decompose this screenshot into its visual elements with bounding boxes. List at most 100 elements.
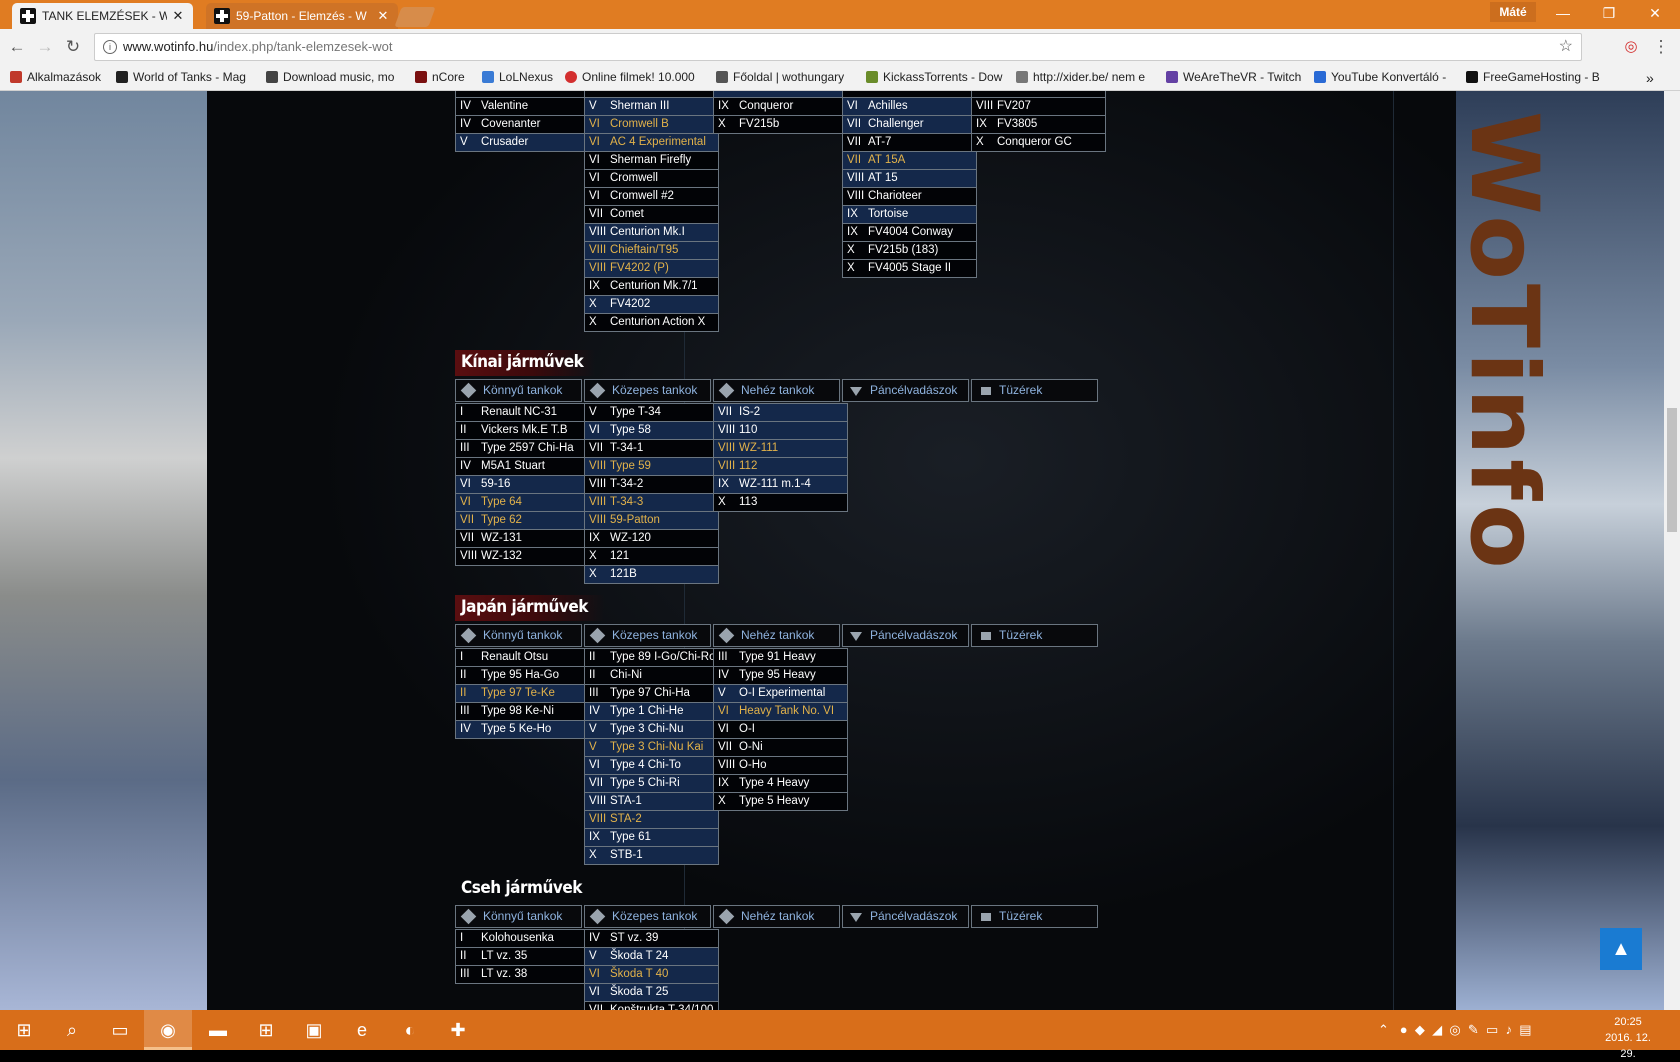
wot-launcher-icon[interactable]: ✚ xyxy=(434,1010,482,1050)
store-icon[interactable]: ⊞ xyxy=(242,1010,290,1050)
tank-row[interactable]: VI Sherman Firefly xyxy=(585,151,718,169)
tank-row[interactable]: X 113 xyxy=(714,493,847,511)
app-icon[interactable]: ▣ xyxy=(290,1010,338,1050)
tank-row[interactable]: IV Type 95 Heavy xyxy=(714,666,847,684)
network-icon[interactable]: ▭ xyxy=(1486,1022,1498,1037)
tank-row[interactable]: V Crusader xyxy=(456,133,589,151)
tank-row[interactable]: IX Conqueror xyxy=(714,97,847,115)
bookmark-item[interactable]: Download music, mo xyxy=(266,70,394,84)
tank-row[interactable]: X 121B xyxy=(585,565,718,583)
tank-row[interactable]: IV Type 5 Ke-Ho xyxy=(456,720,589,738)
bookmark-item[interactable]: KickassTorrents - Dow xyxy=(866,70,1002,84)
tank-row[interactable]: VI Cromwell #2 xyxy=(585,187,718,205)
tank-row[interactable]: VII AT 15A xyxy=(843,151,976,169)
bookmark-item[interactable]: Alkalmazások xyxy=(10,70,101,84)
category-header-td[interactable]: Páncélvadászok xyxy=(842,624,969,647)
category-header-medium[interactable]: Közepes tankok xyxy=(584,624,711,647)
tank-row[interactable]: VI Type 58 xyxy=(585,421,718,439)
tank-row[interactable]: VII IS-2 xyxy=(714,403,847,421)
category-header-medium[interactable]: Közepes tankok xyxy=(584,379,711,402)
tank-row[interactable]: VIII Type 59 xyxy=(585,457,718,475)
reload-icon[interactable]: ↻ xyxy=(62,36,84,58)
tank-row[interactable]: VII O-Ni xyxy=(714,738,847,756)
tank-row[interactable]: II Type 95 Ha-Go xyxy=(456,666,589,684)
minimize-icon[interactable]: — xyxy=(1540,0,1586,26)
category-header-light[interactable]: Könnyű tankok xyxy=(455,624,582,647)
tank-row[interactable]: VII T-34-1 xyxy=(585,439,718,457)
tank-row[interactable]: II Type 97 Te-Ke xyxy=(456,684,589,702)
tank-row[interactable]: VII Comet xyxy=(585,205,718,223)
tank-row[interactable]: VIII STA-1 xyxy=(585,792,718,810)
tank-row[interactable]: IX Centurion Mk.7/1 xyxy=(585,277,718,295)
bookmark-item[interactable]: YouTube Konvertáló - xyxy=(1314,70,1446,84)
tank-row[interactable]: VIIICaernarvon xyxy=(714,91,847,97)
task-view-icon[interactable]: ▭ xyxy=(96,1010,144,1050)
tank-row[interactable]: VII Konštrukta T-34/100 xyxy=(585,1001,718,1010)
category-header-heavy[interactable]: Nehéz tankok xyxy=(713,905,840,928)
tank-row[interactable]: IX WZ-120 xyxy=(585,529,718,547)
tank-row[interactable]: II Type 89 I-Go/Chi-Ro xyxy=(585,648,718,666)
tank-row[interactable]: X FV215b (183) xyxy=(843,241,976,259)
forward-icon[interactable]: → xyxy=(34,36,56,58)
tank-row[interactable]: III Type 98 Ke-Ni xyxy=(456,702,589,720)
bookmark-star-icon[interactable]: ☆ xyxy=(1559,34,1573,60)
tank-row[interactable]: VIII FV4202 (P) xyxy=(585,259,718,277)
tank-row[interactable]: II Chi-Ni xyxy=(585,666,718,684)
tank-row[interactable]: X Conqueror GC xyxy=(972,133,1105,151)
tank-row[interactable]: VI Cromwell B xyxy=(585,115,718,133)
profile-button[interactable]: Máté xyxy=(1490,2,1536,22)
tank-row[interactable]: X Centurion Action X xyxy=(585,313,718,331)
bookmark-item[interactable]: nCore xyxy=(415,70,465,84)
tank-row[interactable]: III Type 97 Chi-Ha xyxy=(585,684,718,702)
file-explorer-icon[interactable]: ▬ xyxy=(194,1010,242,1050)
tank-row[interactable]: V O-I Experimental xyxy=(714,684,847,702)
windows-start-icon[interactable]: ⊞ xyxy=(0,1010,48,1050)
tray-app-icon[interactable]: ◆ xyxy=(1415,1022,1425,1037)
tank-row[interactable]: X FV4202 xyxy=(585,295,718,313)
tank-row[interactable]: VI Škoda T 40 xyxy=(585,965,718,983)
tank-row[interactable]: IV Type 1 Chi-He xyxy=(585,702,718,720)
bookmark-item[interactable]: WeAreTheVR - Twitch xyxy=(1166,70,1301,84)
clock[interactable]: 20:25 2016. 12. 29. xyxy=(1600,1014,1656,1062)
category-header-spg[interactable]: Tüzérek xyxy=(971,379,1098,402)
close-window-icon[interactable]: ✕ xyxy=(1632,0,1678,26)
tank-row[interactable]: X FV4005 Stage II xyxy=(843,259,976,277)
tank-row[interactable]: X FV215b xyxy=(714,115,847,133)
tank-row[interactable]: IX WZ-111 m.1-4 xyxy=(714,475,847,493)
chrome-icon[interactable]: ◉ xyxy=(144,1010,192,1050)
tank-row[interactable]: I Renault Otsu xyxy=(456,648,589,666)
tank-row[interactable]: X Type 5 Heavy xyxy=(714,792,847,810)
bookmark-item[interactable]: LoLNexus xyxy=(482,70,553,84)
tank-row[interactable]: VIII T-34-2 xyxy=(585,475,718,493)
bookmark-item[interactable]: World of Tanks - Mag xyxy=(116,70,246,84)
extension-icon[interactable]: ◎ xyxy=(1620,36,1642,58)
tray-app-icon[interactable]: ✎ xyxy=(1468,1022,1479,1037)
bookmark-item[interactable]: http://xider.be/ nem e xyxy=(1016,70,1145,84)
tab-59-patton[interactable]: 59-Patton - Elemzés - W ✕ xyxy=(206,3,398,29)
edge-icon[interactable]: e xyxy=(338,1010,386,1050)
category-header-spg[interactable]: Tüzérek xyxy=(971,905,1098,928)
tank-row[interactable]: VIII FV207 xyxy=(972,97,1105,115)
tank-row[interactable]: II Vickers Mk.E T.B xyxy=(456,421,589,439)
tank-row[interactable]: I Renault NC-31 xyxy=(456,403,589,421)
tank-row[interactable]: VIII 110 xyxy=(714,421,847,439)
tank-row[interactable]: VIII AT 15 xyxy=(843,169,976,187)
category-header-heavy[interactable]: Nehéz tankok xyxy=(713,379,840,402)
tank-row[interactable]: VIII 59-Patton xyxy=(585,511,718,529)
tank-row[interactable]: VII Challenger xyxy=(843,115,976,133)
tank-row[interactable]: IX FV3805 xyxy=(972,115,1105,133)
tank-row[interactable]: IV M5A1 Stuart xyxy=(456,457,589,475)
scrollbar[interactable] xyxy=(1664,91,1680,1010)
tank-row[interactable]: VI Cromwell xyxy=(585,169,718,187)
category-header-heavy[interactable]: Nehéz tankok xyxy=(713,624,840,647)
category-header-light[interactable]: Könnyű tankok xyxy=(455,379,582,402)
tank-row[interactable]: VI Škoda T 25 xyxy=(585,983,718,1001)
tank-row[interactable]: VII AT-7 xyxy=(843,133,976,151)
address-bar[interactable]: i www.wotinfo.hu/index.php/tank-elemzese… xyxy=(94,33,1582,61)
tank-row[interactable]: VIII Centurion Mk.I xyxy=(585,223,718,241)
tank-row[interactable]: IX Tortoise xyxy=(843,205,976,223)
tank-row[interactable]: VIII T-34-3 xyxy=(585,493,718,511)
scroll-to-top-button[interactable]: ▲ xyxy=(1600,928,1642,970)
new-tab-button[interactable] xyxy=(394,7,436,27)
tank-row[interactable]: IV Covenanter xyxy=(456,115,589,133)
